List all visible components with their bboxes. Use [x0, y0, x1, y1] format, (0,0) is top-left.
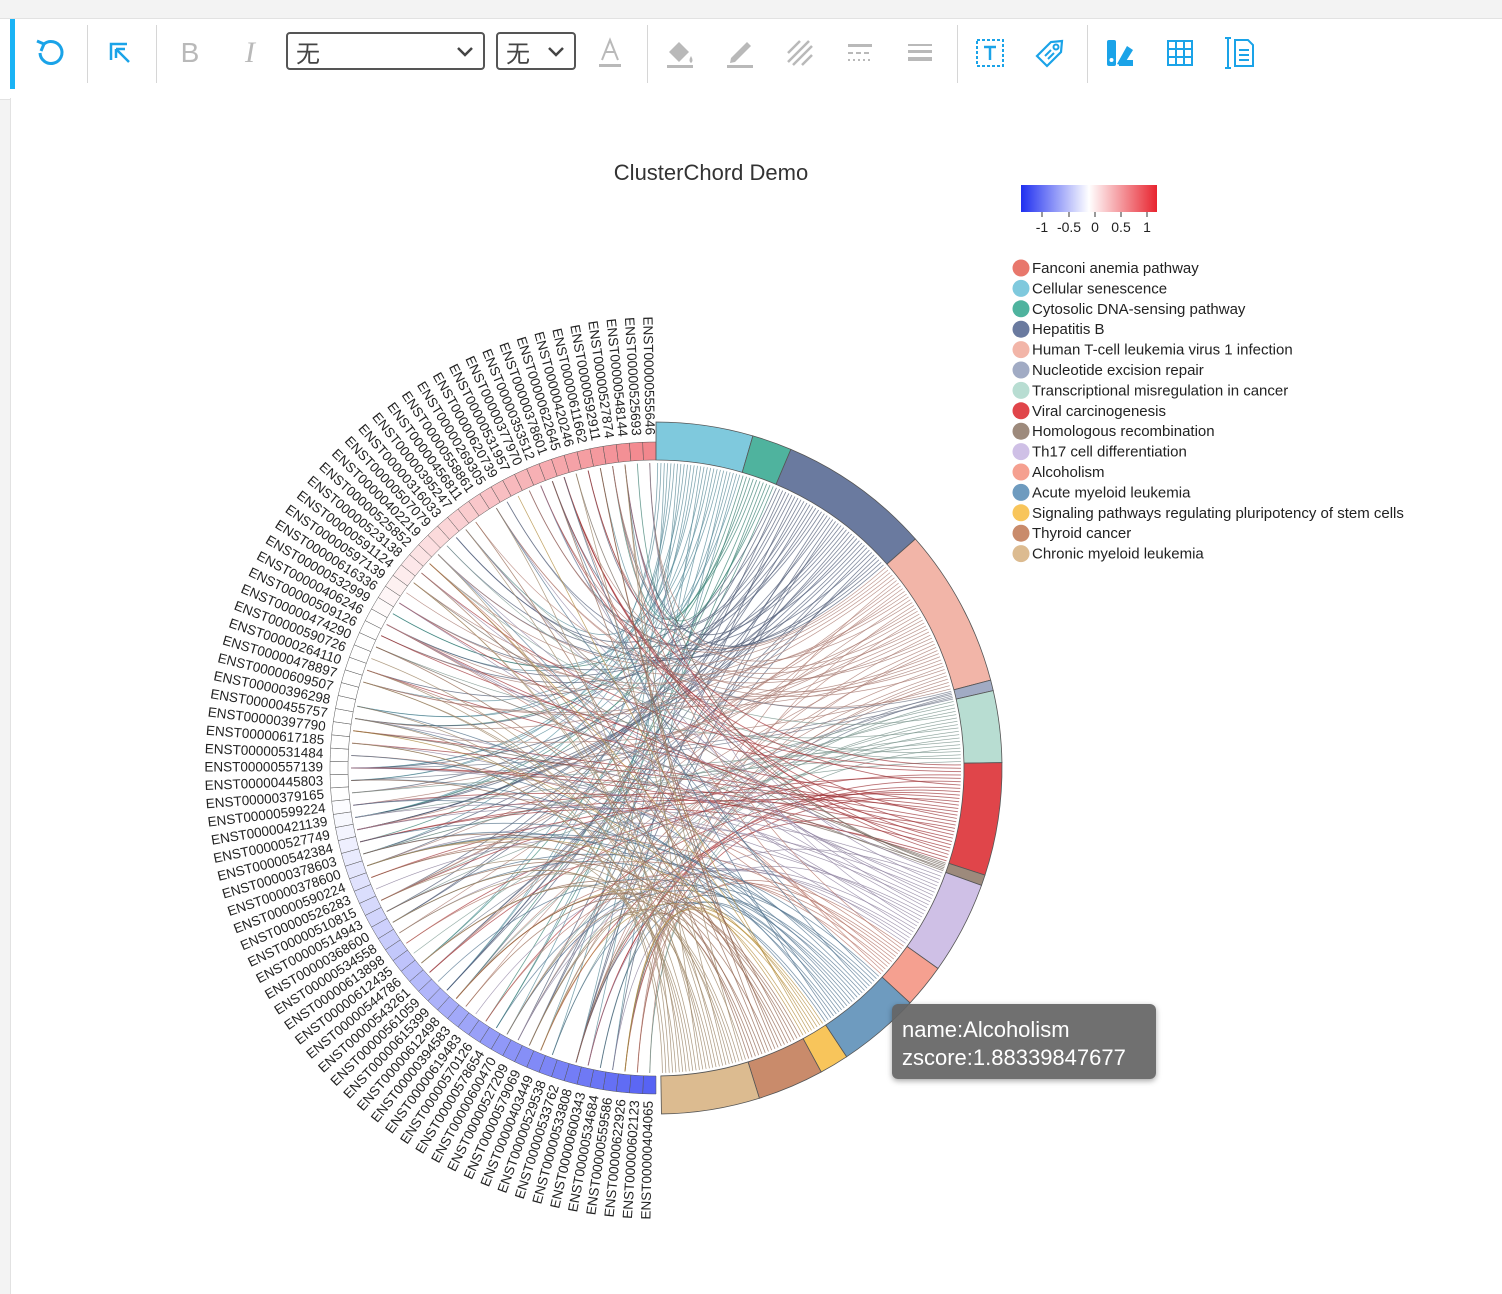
legend-label: Thyroid cancer [1032, 525, 1131, 542]
pathway-arc [955, 690, 1003, 764]
legend-swatch [1012, 504, 1030, 522]
legend-swatch [1012, 341, 1030, 359]
colorbar-tick-label: 0 [1091, 219, 1099, 235]
colorbar-tick-label: -0.5 [1057, 219, 1081, 235]
chart-title: ClusterChord Demo [614, 160, 808, 185]
legend-swatch [1012, 545, 1030, 563]
gene-arc [329, 747, 349, 762]
tooltip-name: name:Alcoholism [902, 1017, 1070, 1042]
legend-swatch [1012, 483, 1030, 501]
legend-swatch [1012, 381, 1030, 399]
legend-swatch [1012, 402, 1030, 420]
gene-arc [329, 761, 349, 775]
legend-label: Human T-cell leukemia virus 1 infection [1032, 342, 1293, 359]
colorbar-tick-label: 0.5 [1111, 219, 1131, 235]
legend-label: Cytosolic DNA-sensing pathway [1032, 301, 1246, 318]
colorbar-tick-label: 1 [1143, 219, 1151, 235]
legend-label: Transcriptional misregulation in cancer [1032, 382, 1288, 399]
legend-label: Fanconi anemia pathway [1032, 260, 1199, 277]
chord-chart: ClusterChord Demo -1 -0.5 0 0.5 1 ENST000004… [204, 160, 1404, 1220]
legend-label: Th17 cell differentiation [1032, 444, 1187, 461]
gene-arc [642, 1075, 657, 1095]
colorbar: -1 -0.5 0 0.5 1 [1021, 185, 1157, 235]
legend-swatch [1012, 443, 1030, 461]
legend-label: Nucleotide excision repair [1032, 362, 1204, 379]
legend-swatch [1012, 279, 1030, 297]
gene-arc [330, 786, 350, 802]
legend-swatch [1012, 361, 1030, 379]
gene-arc [615, 1073, 632, 1094]
gene-arc [642, 441, 657, 461]
legend-label: Chronic myeloid leukemia [1032, 546, 1204, 563]
legend-label: Hepatitis B [1032, 321, 1105, 338]
gene-arc [615, 442, 632, 463]
legend-label: Acute myeloid leukemia [1032, 484, 1191, 501]
legend-label: Homologous recombination [1032, 423, 1215, 440]
tooltip-zscore: zscore:1.88339847677 [902, 1045, 1126, 1070]
legend-swatch [1012, 300, 1030, 318]
colorbar-tick-label: -1 [1036, 219, 1049, 235]
tooltip: name:Alcoholism zscore:1.88339847677 [892, 1004, 1156, 1079]
chord-ribbons [350, 463, 962, 1073]
colorbar-gradient [1021, 185, 1157, 212]
gene-arc [602, 444, 619, 465]
legend-swatch [1012, 320, 1030, 338]
legend-swatch [1012, 524, 1030, 542]
legend-swatch [1012, 422, 1030, 440]
gene-arc [329, 774, 349, 789]
legend-label: Cellular senescence [1032, 280, 1167, 297]
legend-swatch [1012, 259, 1030, 277]
gene-arc [331, 799, 352, 815]
legend-label: Viral carcinogenesis [1032, 403, 1166, 420]
pathway-arc [948, 762, 1003, 876]
legend-swatch [1012, 463, 1030, 481]
legend: Fanconi anemia pathway Cellular senescenc… [1012, 259, 1404, 563]
gene-label: ENST00000555646 [640, 316, 657, 435]
legend-label: Signaling pathways regulating pluripoten… [1032, 505, 1404, 522]
gene-arc [629, 442, 644, 462]
gene-arc [629, 1074, 644, 1094]
legend-label: Alcoholism [1032, 464, 1105, 481]
gene-arc [330, 734, 350, 750]
gene-label: ENST00000557139 [204, 760, 323, 775]
